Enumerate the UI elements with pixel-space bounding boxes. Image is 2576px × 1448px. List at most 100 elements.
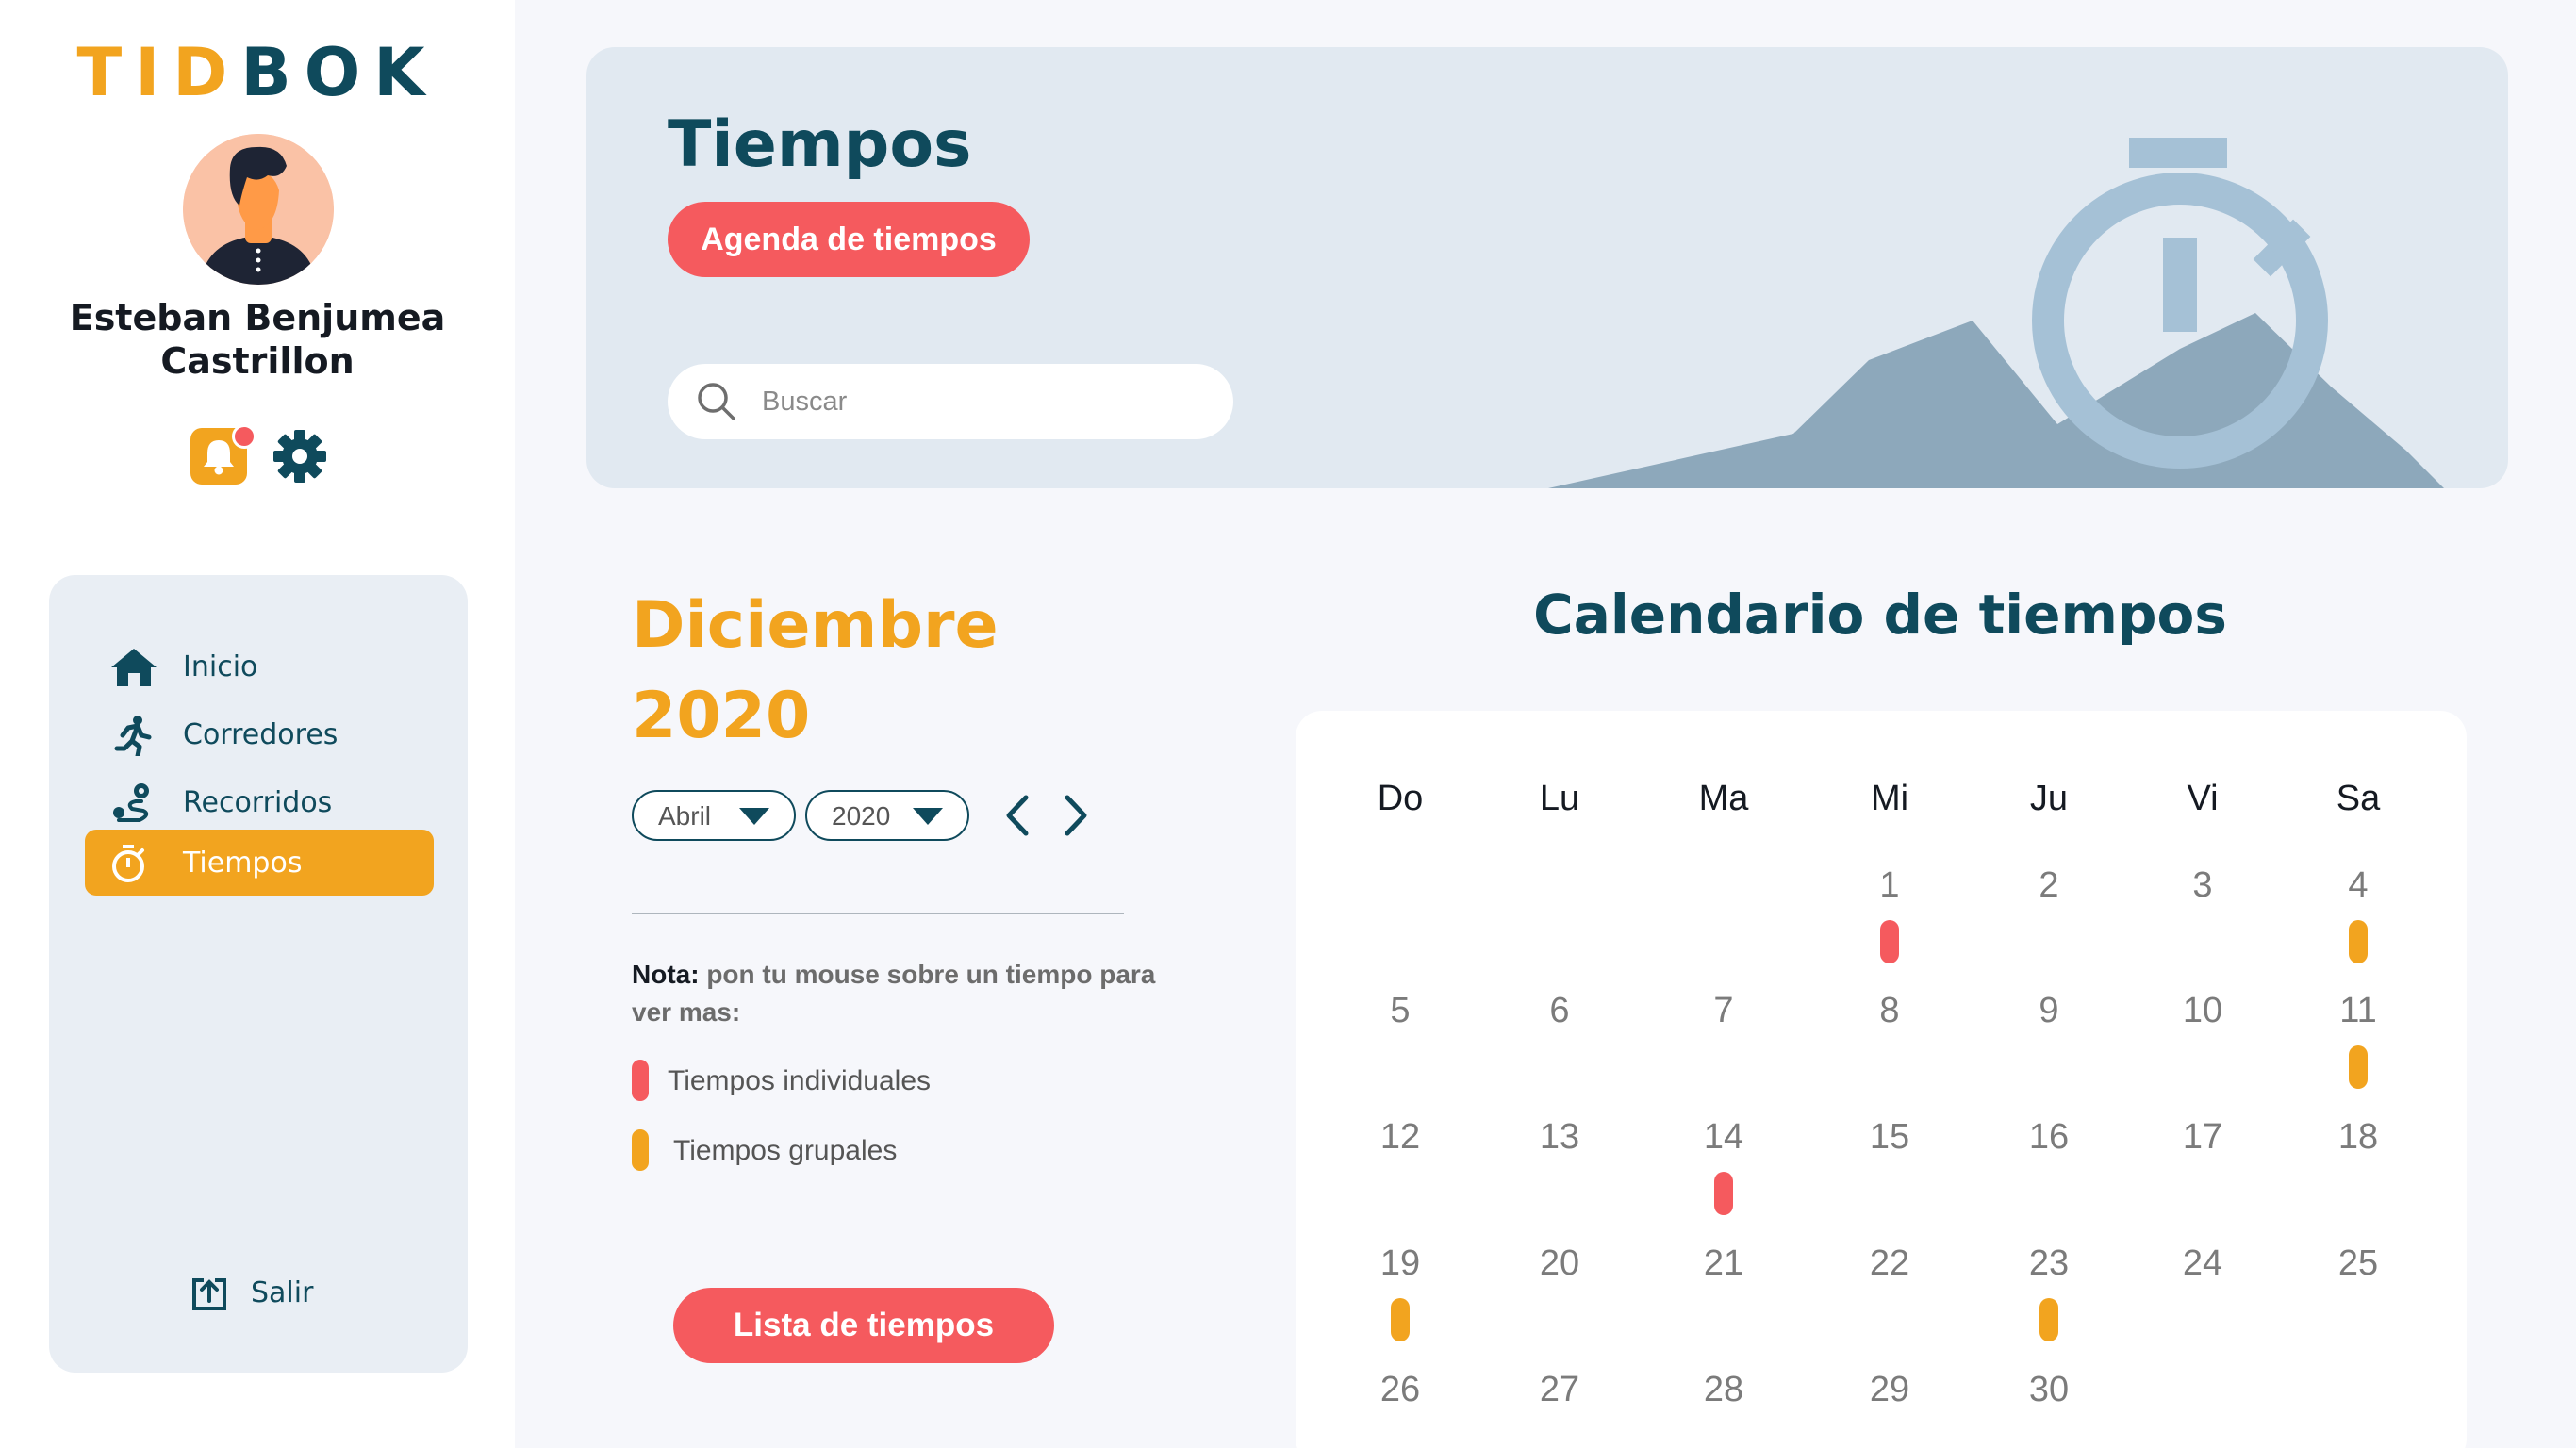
month-select-value: Abril: [658, 801, 712, 831]
time-marker-group[interactable]: [1391, 1298, 1410, 1341]
sidebar-item-label: Recorridos: [183, 786, 333, 819]
month-select[interactable]: Abril: [632, 790, 796, 841]
notification-dot: [232, 424, 256, 449]
calendar-day-13[interactable]: 13: [1512, 1117, 1607, 1158]
avatar[interactable]: [183, 134, 334, 285]
sidebar-item-tiempos[interactable]: Tiempos: [85, 830, 434, 896]
stopwatch-icon: [112, 845, 144, 882]
note-label: Nota:: [632, 960, 700, 989]
runner-icon: [114, 716, 152, 756]
sidebar-item-label: Tiempos: [183, 847, 303, 880]
calendar-day-4[interactable]: 4: [2311, 865, 2405, 906]
logout-label: Salir: [251, 1276, 314, 1309]
calendar-day-3[interactable]: 3: [2155, 865, 2250, 906]
calendar-title: Calendario de tiempos: [1533, 583, 2227, 647]
weekday-header: Ju: [2029, 779, 2069, 818]
note-text: pon tu mouse sobre un tiempo para ver ma…: [632, 960, 1156, 1027]
legend-group-swatch: [632, 1129, 649, 1171]
chevron-down-icon: [739, 808, 769, 825]
calendar-day-23[interactable]: 23: [2002, 1243, 2096, 1284]
calendar-card: Do Lu Ma Mi Ju Vi Sa 1 2 3 4 5 6 7 8 9 10 11 12 13 14 15 16 17 1…: [1296, 711, 2467, 1448]
agenda-button[interactable]: Agenda de tiempos: [668, 202, 1030, 277]
user-name-line-1: Esteban Benjumea: [69, 297, 446, 338]
calendar-day-1[interactable]: 1: [1842, 865, 1937, 906]
sidebar-item-recorridos[interactable]: Recorridos: [85, 769, 434, 835]
hero-banner: Tiempos Agenda de tiempos: [586, 47, 2508, 488]
time-marker-group[interactable]: [2349, 1045, 2368, 1089]
calendar-day-5[interactable]: 5: [1353, 991, 1447, 1031]
search-bar[interactable]: [668, 364, 1233, 439]
calendar-day-11[interactable]: 11: [2311, 991, 2405, 1031]
divider: [632, 913, 1124, 914]
legend-note: Nota: pon tu mouse sobre un tiempo para …: [632, 956, 1160, 1031]
sidebar-item-label: Corredores: [183, 718, 339, 751]
time-marker-individual[interactable]: [1714, 1172, 1733, 1215]
notifications-button[interactable]: [190, 424, 256, 485]
route-icon: [113, 783, 149, 822]
weekday-header: Lu: [1539, 779, 1580, 818]
current-month: Diciembre 2020: [632, 581, 999, 762]
previous-month-arrow-icon[interactable]: [999, 792, 1037, 839]
logout-icon: [192, 1278, 226, 1310]
calendar-day-21[interactable]: 21: [1676, 1243, 1771, 1284]
times-list-button[interactable]: Lista de tiempos: [673, 1288, 1054, 1363]
calendar-day-24[interactable]: 24: [2155, 1243, 2250, 1284]
weekday-header: Ma: [1698, 779, 1749, 818]
user-name-line-2: Castrillon: [160, 340, 355, 382]
calendar-day-28[interactable]: 28: [1676, 1370, 1771, 1410]
legend-group: Tiempos grupales: [632, 1126, 1103, 1173]
calendar-day-29[interactable]: 29: [1842, 1370, 1937, 1410]
calendar-day-25[interactable]: 25: [2311, 1243, 2405, 1284]
sidebar-item-corredores[interactable]: Corredores: [85, 701, 434, 767]
time-marker-individual[interactable]: [1880, 920, 1899, 963]
calendar-day-27[interactable]: 27: [1512, 1370, 1607, 1410]
chevron-down-icon: [913, 808, 943, 825]
legend-individual: Tiempos individuales: [632, 1056, 1103, 1103]
calendar-day-8[interactable]: 8: [1842, 991, 1937, 1031]
calendar-day-14[interactable]: 14: [1676, 1117, 1771, 1158]
calendar-day-16[interactable]: 16: [2002, 1117, 2096, 1158]
calendar-day-26[interactable]: 26: [1353, 1370, 1447, 1410]
sidebar-nav: Inicio Corredores Recorridos Tiempos Sal…: [49, 575, 468, 1373]
time-marker-group[interactable]: [2039, 1298, 2058, 1341]
calendar-day-10[interactable]: 10: [2155, 991, 2250, 1031]
calendar-day-30[interactable]: 30: [2002, 1370, 2096, 1410]
app-logo[interactable]: TIDBOK: [0, 34, 515, 111]
calendar-day-19[interactable]: 19: [1353, 1243, 1447, 1284]
calendar-day-22[interactable]: 22: [1842, 1243, 1937, 1284]
year-select-value: 2020: [832, 801, 891, 831]
gear-icon: [273, 430, 326, 483]
sidebar-item-inicio[interactable]: Inicio: [85, 634, 434, 699]
calendar-day-20[interactable]: 20: [1512, 1243, 1607, 1284]
time-marker-group[interactable]: [2349, 920, 2368, 963]
search-icon: [698, 383, 735, 420]
month-name: Diciembre: [632, 588, 999, 663]
calendar-day-12[interactable]: 12: [1353, 1117, 1447, 1158]
calendar-day-2[interactable]: 2: [2002, 865, 2096, 906]
calendar-day-15[interactable]: 15: [1842, 1117, 1937, 1158]
calendar-day-9[interactable]: 9: [2002, 991, 2096, 1031]
calendar-day-6[interactable]: 6: [1512, 991, 1607, 1031]
logo-part-2: BOK: [240, 34, 438, 111]
logo-part-1: TID: [76, 34, 241, 111]
sidebar: TIDBOK Esteban Benjumea Castrillon Inici…: [0, 0, 515, 1448]
bell-icon: [204, 440, 234, 475]
next-month-arrow-icon[interactable]: [1056, 792, 1094, 839]
year-number: 2020: [632, 679, 811, 753]
weekday-header: Do: [1377, 779, 1424, 818]
weekday-header: Vi: [2187, 779, 2219, 818]
home-icon: [111, 649, 157, 686]
calendar-day-7[interactable]: 7: [1676, 991, 1771, 1031]
user-name: Esteban Benjumea Castrillon: [38, 296, 477, 383]
calendar-day-17[interactable]: 17: [2155, 1117, 2250, 1158]
search-input[interactable]: [762, 379, 1205, 424]
logout-button[interactable]: Salir: [190, 1267, 379, 1320]
legend-individual-label: Tiempos individuales: [668, 1065, 932, 1096]
legend-group-label: Tiempos grupales: [673, 1135, 898, 1166]
settings-button[interactable]: [272, 428, 328, 485]
weekday-header: Sa: [2336, 779, 2381, 818]
calendar-day-18[interactable]: 18: [2311, 1117, 2405, 1158]
legend-individual-swatch: [632, 1060, 649, 1101]
weekday-header: Mi: [1870, 779, 1909, 818]
year-select[interactable]: 2020: [805, 790, 969, 841]
